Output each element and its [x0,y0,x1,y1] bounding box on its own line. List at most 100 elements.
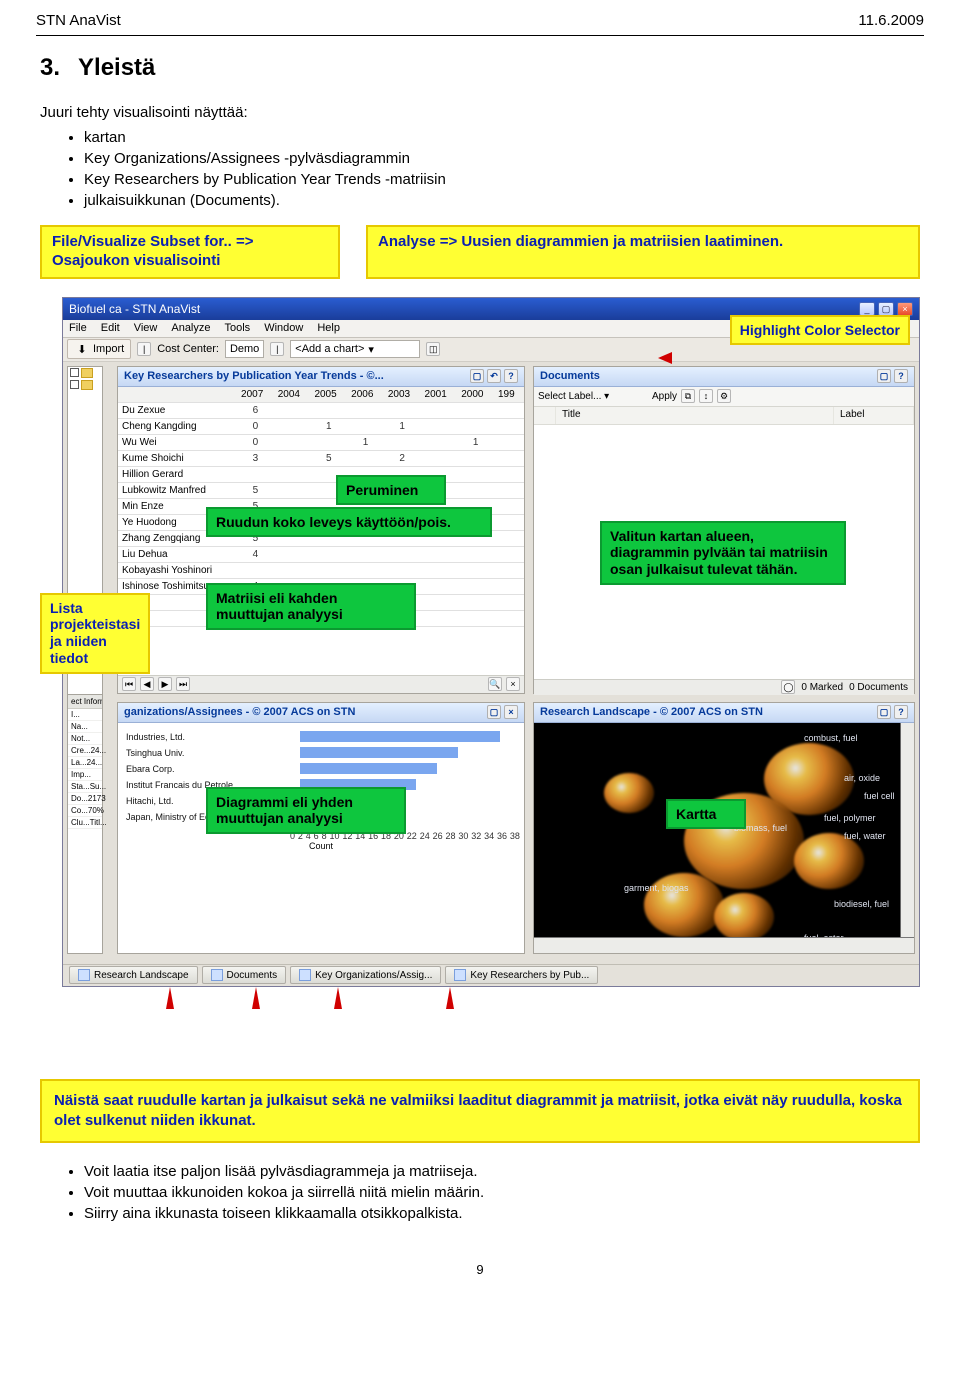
table-row[interactable]: Liu Dehua4 [118,546,524,562]
menu-item[interactable]: Window [264,322,303,334]
barchart-title: ganizations/Assignees - © 2007 ACS on ST… [124,706,355,718]
panel-help-icon[interactable]: ? [504,369,518,383]
menu-item[interactable]: View [134,322,158,334]
table-row[interactable]: Du Zexue6 [118,402,524,418]
matrix-panel-header[interactable]: Key Researchers by Publication Year Tren… [118,367,524,387]
label-select-value: Select Label... [538,391,601,402]
cell-value [421,418,458,434]
panel-fullscreen-icon[interactable]: ▢ [487,705,501,719]
last-icon[interactable]: ⏭ [176,677,190,691]
color-picker-icon[interactable]: ◫ [426,342,440,356]
callout-lista-projekteista: Lista projekteistasi ja niiden tiedot [40,593,150,674]
tick-label: 30 [458,831,468,841]
list-item: kartan [84,129,920,146]
cell-value [494,450,524,466]
taskstrip-tab[interactable]: Key Organizations/Assig... [290,966,441,984]
cell-value [310,562,347,578]
gear-icon[interactable]: ⚙ [717,389,731,403]
map-cluster[interactable] [714,893,774,937]
close-button[interactable]: × [897,302,913,316]
bottom-list: Voit laatia itse paljon lisää pylväsdiag… [40,1163,920,1222]
table-row[interactable]: Cheng Kangding011 [118,418,524,434]
panel-fullscreen-icon[interactable]: ▢ [877,369,891,383]
section-title: Yleistä [78,54,155,82]
documents-toolbar: Select Label... ▾ Apply ⧉ ↕ ⚙ [534,387,914,407]
menu-item[interactable]: Tools [225,322,251,334]
cell-value [421,434,458,450]
map-cluster[interactable] [604,773,654,813]
menu-item[interactable]: File [69,322,87,334]
app-title: Biofuel ca - STN AnaVist [69,302,200,316]
taskstrip-tab[interactable]: Key Researchers by Pub... [445,966,598,984]
checkbox-icon[interactable] [70,380,79,389]
table-row[interactable]: Wu Wei011 [118,434,524,450]
matrix-year-header[interactable]: 199 [494,387,524,403]
folder-icon [81,380,93,390]
panel-close-icon[interactable]: × [504,705,518,719]
add-chart-select[interactable]: <Add a chart> ▾ [290,340,420,358]
bar [300,763,437,774]
cost-center-select[interactable]: Demo [225,340,264,358]
taskstrip-tab[interactable]: Documents [202,966,287,984]
info-row: Not... [68,733,102,745]
cell-value [421,610,458,626]
table-row[interactable]: Kume Shoichi352 [118,450,524,466]
label-select[interactable]: Select Label... ▾ [538,391,648,402]
sort-icon[interactable]: ↕ [699,389,713,403]
list-item: Key Researchers by Publication Year Tren… [84,171,920,188]
panel-undo-icon[interactable]: ↶ [487,369,501,383]
cell-value [310,402,347,418]
menu-item[interactable]: Analyze [171,322,210,334]
taskstrip-tab[interactable]: Research Landscape [69,966,198,984]
map-body[interactable]: combust, fuelair, oxidefuel, polymerfuel… [534,723,914,937]
column-header[interactable]: Title [556,407,834,424]
map-header[interactable]: Research Landscape - © 2007 ACS on STN ▢… [534,703,914,723]
next-icon[interactable]: ▶ [158,677,172,691]
cell-value [274,450,311,466]
matrix-year-header[interactable]: 2000 [457,387,494,403]
filter-icon[interactable]: ⧉ [681,389,695,403]
prev-icon[interactable]: ◀ [140,677,154,691]
panel-fullscreen-icon[interactable]: ▢ [877,705,891,719]
bar-label: Tsinghua Univ. [126,748,294,758]
apply-button[interactable]: Apply [652,391,677,402]
documents-title: Documents [540,370,600,382]
table-row[interactable]: Lubkowitz Manfred5 [118,482,524,498]
first-icon[interactable]: ⏮ [122,677,136,691]
matrix-year-header[interactable]: 2001 [421,387,458,403]
cell-value [494,546,524,562]
scrollbar-vertical[interactable] [900,723,914,937]
table-row[interactable]: Hillion Gerard [118,466,524,482]
column-header[interactable] [534,407,556,424]
table-row[interactable]: Kobayashi Yoshinori [118,562,524,578]
menu-item[interactable]: Edit [101,322,120,334]
panel-fullscreen-icon[interactable]: ▢ [470,369,484,383]
matrix-year-header[interactable]: 2005 [310,387,347,403]
map-cluster[interactable] [794,833,864,889]
cost-center-value: Demo [230,343,259,355]
documents-header[interactable]: Documents ▢ ? [534,367,914,387]
zoom-icon[interactable]: 🔍 [488,677,502,691]
panel-help-icon[interactable]: ? [894,369,908,383]
minimize-button[interactable]: _ [859,302,875,316]
bar-row[interactable]: Ebara Corp. [126,761,510,777]
barchart-header[interactable]: ganizations/Assignees - © 2007 ACS on ST… [118,703,524,723]
column-header[interactable]: Label [834,407,914,424]
menu-item[interactable]: Help [317,322,340,334]
cell-value [384,434,421,450]
matrix-year-header[interactable]: 2007 [237,387,274,403]
doc-title: STN AnaVist [36,12,121,29]
bar-row[interactable]: Industries, Ltd. [126,729,510,745]
checkbox-icon[interactable] [70,368,79,377]
bar-row[interactable]: Tsinghua Univ. [126,745,510,761]
scrollbar-horizontal[interactable] [534,937,914,953]
maximize-button[interactable]: ▢ [878,302,894,316]
panel-help-icon[interactable]: ? [894,705,908,719]
close-panel-icon[interactable]: × [506,677,520,691]
matrix-year-header[interactable]: 2003 [384,387,421,403]
cell-value [274,418,311,434]
matrix-year-header[interactable]: 2004 [274,387,311,403]
matrix-title: Key Researchers by Publication Year Tren… [124,370,384,382]
import-button[interactable]: ⬇ Import [67,339,131,359]
matrix-year-header[interactable]: 2006 [347,387,384,403]
